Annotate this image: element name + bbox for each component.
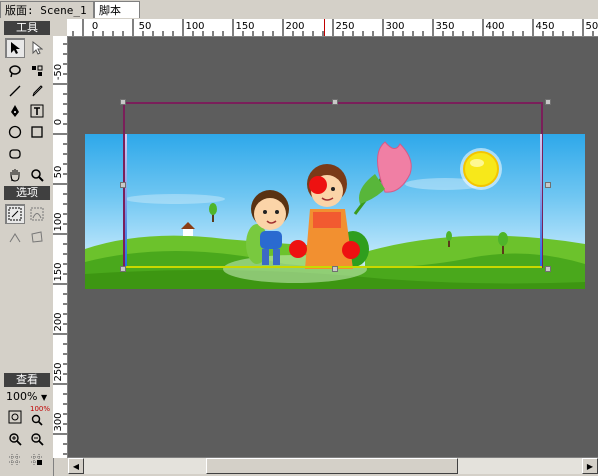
arrow-tool-button[interactable] [5,38,25,58]
smooth-icon [30,207,44,221]
zoom-dropdown[interactable]: 100% ▼ [6,390,47,403]
resize-handle-top-right[interactable] [545,99,551,105]
stage-workspace[interactable] [68,37,598,457]
snap-grid-button[interactable] [27,450,47,470]
resize-handle-middle-left[interactable] [120,182,126,188]
lasso-tool-button[interactable] [5,61,25,81]
zoom-tool-button[interactable] [27,165,47,185]
zoom-in-icon [9,433,22,446]
zoom-100-label: 100% [30,405,51,413]
hand-icon [10,169,20,182]
show-frame-button[interactable] [5,407,25,427]
zoom-icon [31,169,44,182]
transform-icon [32,65,43,76]
straighten-option-button[interactable] [5,227,25,247]
hruler-label: 200 [285,21,305,32]
scroll-right-button[interactable]: ▶ [582,458,598,474]
oval-icon [8,125,22,139]
oval-tool-button[interactable] [5,122,25,142]
zoom-out-icon [31,433,44,446]
snap-icon [8,207,22,221]
scrollbar-thumb[interactable] [206,458,458,474]
hruler-label: 250 [335,21,355,32]
text-icon [30,104,44,118]
selection-bounding-box [123,102,543,268]
round-rect-tool-button[interactable] [5,144,25,164]
pencil-tool-button[interactable] [27,81,47,101]
toolbox-panel: 工具 选项 查看 100% ▼ 100% [0,19,54,476]
vruler-label: 0 [53,118,64,126]
hand-tool-button[interactable] [5,165,25,185]
text-tool-button[interactable] [27,101,47,121]
grid-icon [9,454,21,466]
round-rect-icon [9,149,21,159]
resize-handle-bottom-center[interactable] [332,266,338,272]
snap-grid-icon [31,454,43,466]
vruler-label: 50 [53,165,64,179]
selection-right-edge [540,134,542,268]
subselect-tool-button[interactable] [27,38,47,58]
zoom-out-button[interactable] [27,429,47,449]
zoom-value: 100% [6,390,38,403]
hruler-label: 500 [585,21,598,32]
smooth-option-button[interactable] [27,204,47,224]
lasso-icon [9,65,21,78]
resize-handle-top-center[interactable] [332,99,338,105]
selection-left-edge [125,134,127,268]
grid-button[interactable] [5,450,25,470]
vruler-ticks [53,43,67,455]
tab-script[interactable]: 脚本 [94,1,140,18]
tools-panel-title: 工具 [4,21,50,35]
vruler-label: 200 [53,312,64,332]
rect-icon [31,126,43,138]
vertical-ruler[interactable]: -50 0 50 100 150 200 250 300 [53,36,68,458]
arrow-icon [11,42,20,54]
vruler-label: 300 [53,412,64,432]
arrow-left-icon: ◀ [72,461,80,471]
snap-option-button[interactable] [5,204,25,224]
pen-icon [11,105,19,117]
horizontal-scrollbar[interactable]: ◀ ▶ [68,457,598,474]
transform-tool-button[interactable] [27,61,47,81]
hruler-label: 50 [138,21,152,32]
magnifier-icon [31,414,43,426]
rect-tool-button[interactable] [27,122,47,142]
vruler-label: -50 [53,63,64,81]
horizontal-ruler[interactable]: 0 50 100 150 200 250 300 350 400 450 500 [67,19,598,37]
hruler-label: 150 [235,21,255,32]
pen-tool-button[interactable] [5,101,25,121]
vruler-label: 100 [53,212,64,232]
line-icon [9,85,21,97]
options-panel-title: 选项 [4,186,50,200]
rotate-option-button[interactable] [27,227,47,247]
rotate-icon [31,231,43,243]
view-panel-title: 查看 [4,373,50,387]
vruler-label: 250 [53,362,64,382]
resize-handle-middle-right[interactable] [545,182,551,188]
resize-handle-bottom-left[interactable] [120,266,126,272]
vruler-label: 150 [53,262,64,282]
straighten-icon [9,233,21,243]
hruler-label: 0 [91,21,99,32]
arrow-right-icon: ▶ [586,461,594,471]
line-tool-button[interactable] [5,81,25,101]
chevron-down-icon: ▼ [40,393,48,402]
hruler-label: 400 [485,21,505,32]
hruler-label: 350 [435,21,455,32]
hruler-label: 100 [185,21,205,32]
hruler-label: 300 [385,21,405,32]
tab-scene[interactable]: 版面: Scene_1 [0,1,94,18]
zoom-100-button[interactable]: 100% [27,405,51,427]
resize-handle-top-left[interactable] [120,99,126,105]
tab-bar: 版面: Scene_1 脚本 [0,0,598,20]
pencil-icon [32,85,43,97]
hruler-label: 450 [535,21,555,32]
show-frame-icon [8,410,22,424]
resize-handle-bottom-right[interactable] [545,266,551,272]
subselect-icon [32,41,43,55]
zoom-in-button[interactable] [5,429,25,449]
scroll-left-button[interactable]: ◀ [68,458,84,474]
hruler-cursor-marker [324,19,325,36]
ruler-corner [53,19,67,37]
